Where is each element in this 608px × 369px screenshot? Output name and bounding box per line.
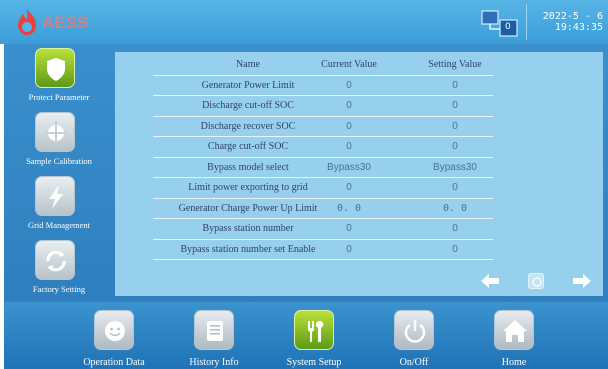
row-current-value: 0 <box>346 243 352 255</box>
home-icon <box>503 320 527 342</box>
nav-item-operation-data[interactable]: Operation Data <box>64 302 164 369</box>
table-row[interactable]: Charge cut-off SOC 0 0 <box>153 137 493 158</box>
sidebar-item-protect-parameter[interactable]: Protect Parameter <box>4 44 114 106</box>
row-setting-value[interactable]: 0. 0 <box>419 203 491 214</box>
nav-item-on-off[interactable]: On/Off <box>364 302 464 369</box>
on-off-button[interactable] <box>394 310 434 350</box>
device-badge: 0 <box>505 22 511 32</box>
nav-item-label: On/Off <box>399 357 429 368</box>
nav-item-home[interactable]: Home <box>464 302 564 369</box>
power-icon <box>404 320 426 343</box>
row-current-value: Bypass30 <box>327 161 371 173</box>
nav-item-label: System Setup <box>286 357 342 368</box>
nav-item-label: Operation Data <box>83 357 145 368</box>
row-setting-value[interactable]: Bypass30 <box>419 162 491 173</box>
document-icon <box>207 321 223 341</box>
sample-calibration-button[interactable] <box>35 112 75 152</box>
header-current-value: Current Value <box>321 59 377 70</box>
row-setting-value[interactable]: 0 <box>419 182 491 193</box>
row-current-value: 0 <box>346 223 352 234</box>
factory-setting-button[interactable] <box>35 240 75 280</box>
sidebar-item-label: Factory Setting <box>32 284 86 294</box>
refresh-icon <box>46 250 66 272</box>
row-setting-value[interactable]: 0 <box>419 223 491 234</box>
table-row[interactable]: Bypass model select Bypass30 Bypass30 <box>153 158 493 178</box>
nav-item-system-setup[interactable]: System Setup <box>264 302 364 369</box>
flame-logo-icon <box>18 9 36 35</box>
device-status-icon[interactable]: 0 <box>481 9 521 38</box>
brand-logo: AESS <box>14 8 134 36</box>
lightning-icon <box>49 185 63 209</box>
nav-item-label: Home <box>501 357 527 368</box>
table-header-row: Name Current Value Setting Value <box>153 55 493 76</box>
smiley-icon <box>105 321 125 341</box>
row-setting-value[interactable]: 0 <box>419 100 491 111</box>
row-current-value: 0 <box>346 120 352 132</box>
row-current-value: 0 <box>346 141 352 152</box>
grid-management-button[interactable] <box>35 176 75 216</box>
table-row[interactable]: Discharge cut-off SOC 0 0 <box>153 96 493 117</box>
home-button[interactable] <box>494 310 534 350</box>
datetime-display: 2022-5 - 6 19:43:35 <box>526 4 606 40</box>
tools-icon <box>308 321 324 342</box>
brand-name: AESS <box>42 13 89 32</box>
arrow-right-icon[interactable] <box>570 270 594 292</box>
table-row[interactable]: Bypass station number set Enable 0 0 <box>153 240 493 260</box>
table-row[interactable]: Discharge recover SOC 0 0 <box>153 117 493 137</box>
sidebar-item-label: Protect Parameter <box>28 92 90 102</box>
sidebar-item-label: Grid Management <box>27 220 91 230</box>
arrow-left-icon[interactable] <box>478 270 502 292</box>
operation-data-button[interactable] <box>94 310 134 350</box>
history-info-button[interactable] <box>194 310 234 350</box>
page-icon[interactable] <box>528 273 544 289</box>
table-row[interactable]: Generator Charge Power Up Limit 0. 0 0. … <box>153 199 493 219</box>
sidebar-item-factory-setting[interactable]: Factory Setting <box>4 236 114 298</box>
parameter-table: Name Current Value Setting Value Generat… <box>153 55 493 260</box>
nav-item-history-info[interactable]: History Info <box>164 302 264 369</box>
row-current-value: 0 <box>346 100 352 111</box>
top-bar: AESS 0 2022-5 - 6 19:43:35 <box>0 0 608 44</box>
nav-item-label: History Info <box>189 357 239 368</box>
row-setting-value[interactable]: 0 <box>419 80 491 91</box>
row-current-value: 0 <box>346 79 352 91</box>
row-current-value: 0. 0 <box>336 202 362 214</box>
row-setting-value[interactable]: 0 <box>419 141 491 152</box>
date-text: 2022-5 - 6 <box>542 11 603 22</box>
table-row[interactable]: Limit power exporting to grid 0 0 <box>153 178 493 199</box>
crosshair-icon <box>44 121 68 145</box>
row-setting-value[interactable]: 0 <box>419 244 491 255</box>
sidebar-item-label: Sample Calibration <box>26 156 92 166</box>
bottom-nav: Operation Data History Info System Setup <box>4 302 608 369</box>
sidebar-item-grid-management[interactable]: Grid Management <box>4 172 114 234</box>
row-setting-value[interactable]: 0 <box>419 121 491 132</box>
time-text: 19:43:35 <box>554 22 603 33</box>
table-row[interactable]: Bypass station number 0 0 <box>153 219 493 240</box>
protect-parameter-button[interactable] <box>35 48 75 88</box>
system-setup-button[interactable] <box>294 310 334 350</box>
sidebar-item-sample-calibration[interactable]: Sample Calibration <box>4 108 114 170</box>
row-current-value: 0 <box>346 182 352 193</box>
shield-icon <box>47 58 65 81</box>
sidebar: Protect Parameter Sample Calibration Gri… <box>4 44 114 302</box>
table-row[interactable]: Generator Power Limit 0 0 <box>153 76 493 96</box>
header-setting-value: Setting Value <box>428 59 482 70</box>
